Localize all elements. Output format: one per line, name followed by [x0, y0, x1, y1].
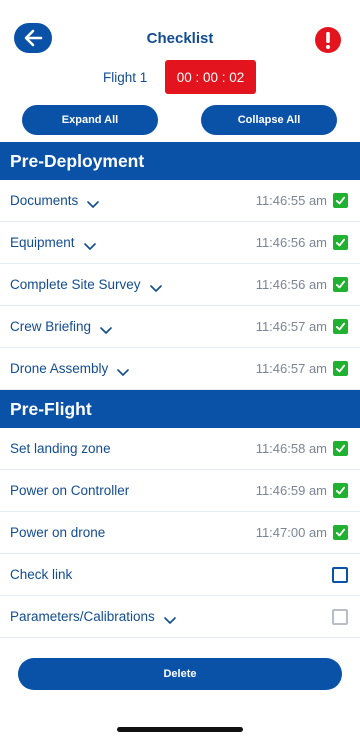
- item-label: Power on Controller: [10, 483, 130, 498]
- item-label: Equipment: [10, 235, 75, 250]
- item-label: Drone Assembly: [10, 361, 109, 376]
- item-timestamp: 11:46:59 am: [255, 483, 327, 498]
- item-checkbox[interactable]: [333, 361, 348, 376]
- item-checkbox[interactable]: [333, 277, 348, 292]
- item-label-group[interactable]: Equipment: [10, 235, 96, 250]
- checkmark-icon: [335, 485, 346, 496]
- chevron-down-icon[interactable]: [117, 365, 130, 376]
- item-checkbox[interactable]: [333, 193, 348, 208]
- checkmark-icon: [335, 443, 346, 454]
- item-timestamp: 11:46:56 am: [255, 277, 327, 292]
- item-label-group: Set landing zone: [10, 441, 111, 456]
- item-checkbox[interactable]: [333, 441, 348, 456]
- item-timestamp: 11:46:57 am: [255, 361, 327, 376]
- checklist-item[interactable]: Drone Assembly 11:46:57 am: [0, 348, 360, 390]
- checklist-item: Check link: [0, 554, 360, 596]
- checklist-item: Power on drone 11:47:00 am: [0, 512, 360, 554]
- item-label-group: Power on Controller: [10, 483, 129, 498]
- item-label: Set landing zone: [10, 441, 111, 456]
- checkmark-icon: [335, 527, 346, 538]
- checkmark-icon: [335, 195, 346, 206]
- delete-button[interactable]: Delete: [18, 658, 342, 690]
- item-label-group[interactable]: Documents: [10, 193, 100, 208]
- home-indicator[interactable]: [117, 727, 243, 732]
- flight-row: Flight 1 00 : 00 : 02: [0, 60, 360, 102]
- item-checkbox[interactable]: [333, 235, 348, 250]
- chevron-down-icon[interactable]: [83, 239, 96, 250]
- checkmark-icon: [335, 237, 346, 248]
- item-checkbox[interactable]: [333, 319, 348, 334]
- checklist-item[interactable]: Crew Briefing 11:46:57 am: [0, 306, 360, 348]
- item-label: Documents: [10, 193, 79, 208]
- item-label: Check link: [10, 567, 73, 582]
- checkmark-icon: [335, 363, 346, 374]
- chevron-down-icon[interactable]: [100, 323, 112, 334]
- section-header: Pre-Flight: [0, 390, 360, 428]
- checklist-item[interactable]: Equipment 11:46:56 am: [0, 222, 360, 264]
- checklist-item: Set landing zone 11:46:58 am: [0, 428, 360, 470]
- item-checkbox[interactable]: [332, 608, 348, 625]
- item-timestamp: 11:47:00 am: [255, 525, 327, 540]
- item-label-group[interactable]: Drone Assembly: [10, 361, 130, 376]
- item-label-group: Power on drone: [10, 525, 105, 540]
- section-header: Pre-Deployment: [0, 142, 360, 180]
- item-checkbox[interactable]: [333, 483, 348, 498]
- item-label-group: Check link: [10, 567, 72, 582]
- item-checkbox[interactable]: [333, 525, 348, 540]
- checkmark-icon: [335, 279, 346, 290]
- item-label-group[interactable]: Parameters/Calibrations: [10, 609, 176, 624]
- chevron-down-icon[interactable]: [164, 613, 176, 624]
- page-title: Checklist: [146, 30, 214, 47]
- item-label: Complete Site Survey: [10, 277, 141, 292]
- collapse-all-button[interactable]: Collapse All: [201, 105, 337, 135]
- item-label-group[interactable]: Crew Briefing: [10, 319, 112, 334]
- expand-collapse-row: Expand All Collapse All: [0, 102, 360, 142]
- item-label: Parameters/Calibrations: [10, 609, 155, 624]
- item-timestamp: 11:46:58 am: [255, 441, 327, 456]
- item-timestamp: 11:46:56 am: [255, 235, 327, 250]
- flight-label: Flight 1: [103, 70, 148, 85]
- item-timestamp: 11:46:55 am: [255, 193, 327, 208]
- checkmark-icon: [335, 321, 346, 332]
- header-bar: Checklist: [0, 0, 360, 62]
- chevron-down-icon[interactable]: [149, 281, 162, 292]
- checklist: Pre-Deployment Documents 11:46:55 am Equipm…: [0, 142, 360, 638]
- flight-timer: 00 : 00 : 02: [165, 60, 256, 94]
- checklist-item[interactable]: Complete Site Survey 11:46:56 am: [0, 264, 360, 306]
- item-timestamp: 11:46:57 am: [255, 319, 327, 334]
- item-label-group[interactable]: Complete Site Survey: [10, 277, 162, 292]
- checklist-item: Power on Controller 11:46:59 am: [0, 470, 360, 512]
- checklist-item[interactable]: Documents 11:46:55 am: [0, 180, 360, 222]
- item-label: Crew Briefing: [10, 319, 92, 334]
- checklist-item[interactable]: Parameters/Calibrations: [0, 596, 360, 638]
- chevron-down-icon[interactable]: [87, 197, 100, 208]
- item-checkbox[interactable]: [332, 566, 348, 583]
- expand-all-button[interactable]: Expand All: [22, 105, 158, 135]
- item-label: Power on drone: [10, 525, 106, 540]
- exclamation-circle-icon[interactable]: [314, 26, 342, 54]
